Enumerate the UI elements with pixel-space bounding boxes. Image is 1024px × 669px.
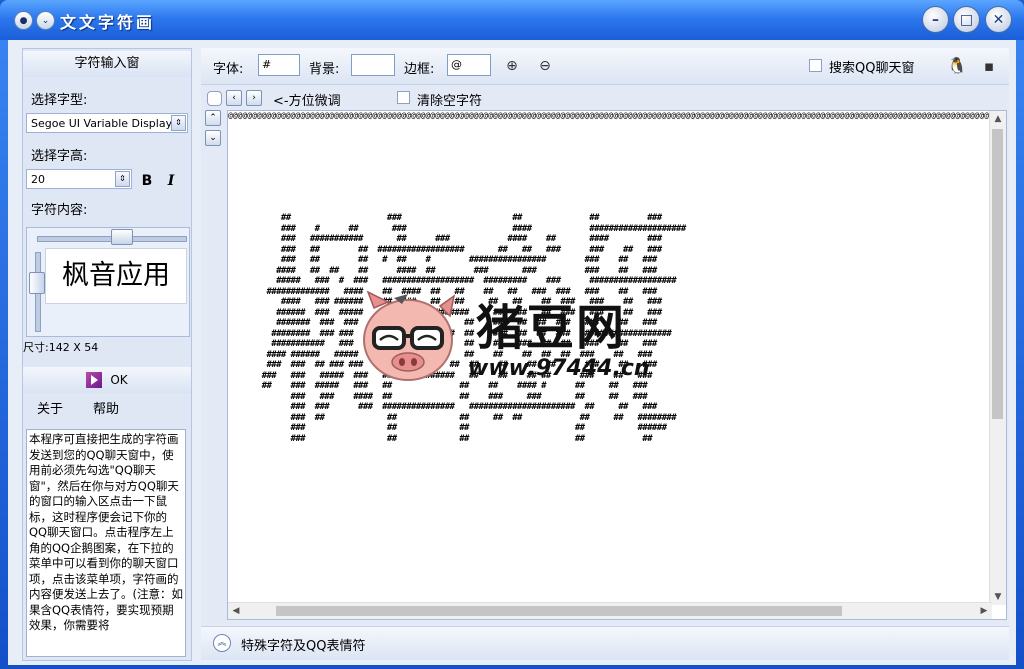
scroll-right-icon[interactable]: ▶	[976, 603, 992, 619]
window-title: 文文字符画	[60, 13, 156, 32]
expand-up-icon[interactable]: ︽	[213, 634, 231, 652]
font-type-label: 选择字型:	[31, 93, 88, 108]
border-label: 边框:	[404, 62, 435, 77]
scroll-left-icon[interactable]: ◀	[228, 603, 244, 619]
font-size-label: 选择字高:	[31, 149, 88, 164]
main-toolbar: 字体: # 背景: 边框: @ ⊕ ⊖ 搜索QQ聊天窗 🐧 ▪	[201, 48, 1009, 85]
play-icon	[86, 371, 103, 388]
background-input[interactable]	[351, 54, 395, 76]
chevron-down-icon[interactable]: ⇕	[115, 171, 130, 187]
top-border-line: @@@@@@@@@@@@@@@@@@@@@@@@@@@@@@@@@@@@@@@@…	[228, 111, 1006, 120]
menu-row: 关于 帮助	[23, 398, 191, 422]
ascii-art-text: ## ### ## ## ### ### # ## ### #### #####…	[261, 213, 687, 444]
chevron-down-icon[interactable]: ⇕	[171, 115, 186, 131]
zoom-in-icon[interactable]: ⊕	[502, 56, 522, 76]
font-char-label: 字体:	[213, 62, 244, 77]
help-button[interactable]: 帮助	[93, 398, 119, 422]
maximize-icon: □	[959, 11, 974, 28]
right-arrow-button[interactable]: ›	[246, 90, 262, 106]
font-size-select[interactable]: 20 ⇕	[26, 169, 132, 189]
character-input-panel: 字符输入窗 选择字型: Segoe UI Variable Display ⇕ …	[22, 48, 192, 661]
ascii-output-area[interactable]: @@@@@@@@@@@@@@@@@@@@@@@@@@@@@@@@@@@@@@@@…	[227, 110, 1007, 620]
system-menu-icon[interactable]: ●	[14, 11, 33, 30]
close-icon: ✕	[992, 11, 1005, 28]
scroll-down-icon[interactable]: ▼	[990, 589, 1006, 605]
content-label: 字符内容:	[31, 203, 88, 218]
adjust-toolbar: ‹ › <-方位微调 清除空字符	[201, 86, 1009, 110]
scroll-up-icon[interactable]: ▲	[990, 111, 1006, 127]
clear-blank-label: 清除空字符	[417, 94, 483, 109]
font-type-value: Segoe UI Variable Display	[31, 117, 173, 130]
size-readout: 尺寸:142 X 54	[23, 341, 99, 354]
vertical-scrollbar[interactable]: ▲ ▼	[989, 111, 1006, 605]
close-button[interactable]: ✕	[985, 6, 1012, 33]
panel-header: 字符输入窗	[23, 51, 191, 77]
save-icon[interactable]: ▪	[979, 56, 999, 76]
character-content-input[interactable]: 枫音应用	[45, 248, 187, 304]
horizontal-scrollbar[interactable]: ◀ ▶	[228, 602, 992, 619]
output-panel: 字体: # 背景: 边框: @ ⊕ ⊖ 搜索QQ聊天窗 🐧 ▪ ‹ › <-方位…	[201, 48, 1009, 660]
bottom-bar: ︽ 特殊字符及QQ表情符	[201, 626, 1009, 660]
italic-button[interactable]: I	[161, 171, 181, 191]
about-button[interactable]: 关于	[37, 398, 63, 422]
square-toggle[interactable]	[207, 91, 222, 106]
down-arrow-button[interactable]: ⌄	[205, 130, 221, 146]
vertical-slider-handle[interactable]	[29, 272, 45, 294]
fine-tune-label: <-方位微调	[273, 94, 341, 109]
zoom-out-icon[interactable]: ⊖	[535, 56, 555, 76]
left-arrow-button[interactable]: ‹	[226, 90, 242, 106]
minimize-icon: –	[932, 11, 939, 28]
ok-label: OK	[110, 373, 128, 387]
up-arrow-button[interactable]: ⌃	[205, 110, 221, 126]
minimize-button[interactable]: –	[922, 6, 949, 33]
ok-button[interactable]: OK	[23, 367, 191, 393]
bold-button[interactable]: B	[137, 171, 157, 191]
client-area: 字符输入窗 选择字型: Segoe UI Variable Display ⇕ …	[8, 40, 1016, 665]
vertical-scroll-thumb[interactable]	[992, 129, 1003, 419]
penguin-icon[interactable]: 🐧	[947, 56, 967, 76]
maximize-button[interactable]: □	[953, 6, 980, 33]
help-text-box: 本程序可直接把生成的字符画发送到您的QQ聊天窗中，使用前必须先勾选"QQ聊天窗"…	[26, 429, 186, 657]
font-char-input[interactable]: #	[258, 54, 300, 76]
horizontal-slider-handle[interactable]	[111, 229, 133, 245]
background-label: 背景:	[309, 62, 340, 77]
horizontal-scroll-thumb[interactable]	[276, 606, 842, 616]
preview-box: 枫音应用	[26, 227, 190, 337]
app-window: ● ⌄ 文文字符画 – □ ✕ 字符输入窗 选择字型: Segoe UI Var…	[0, 0, 1024, 669]
font-size-value: 20	[31, 173, 45, 186]
search-qq-label: 搜索QQ聊天窗	[829, 61, 915, 76]
border-input[interactable]: @	[447, 54, 491, 76]
search-qq-checkbox[interactable]	[809, 59, 822, 72]
minimize-small-icon[interactable]: ⌄	[36, 11, 55, 30]
font-type-select[interactable]: Segoe UI Variable Display ⇕	[26, 113, 188, 133]
clear-blank-checkbox[interactable]	[397, 91, 410, 104]
title-bar[interactable]: ● ⌄ 文文字符画 – □ ✕	[0, 0, 1024, 40]
special-chars-button[interactable]: 特殊字符及QQ表情符	[241, 635, 365, 654]
